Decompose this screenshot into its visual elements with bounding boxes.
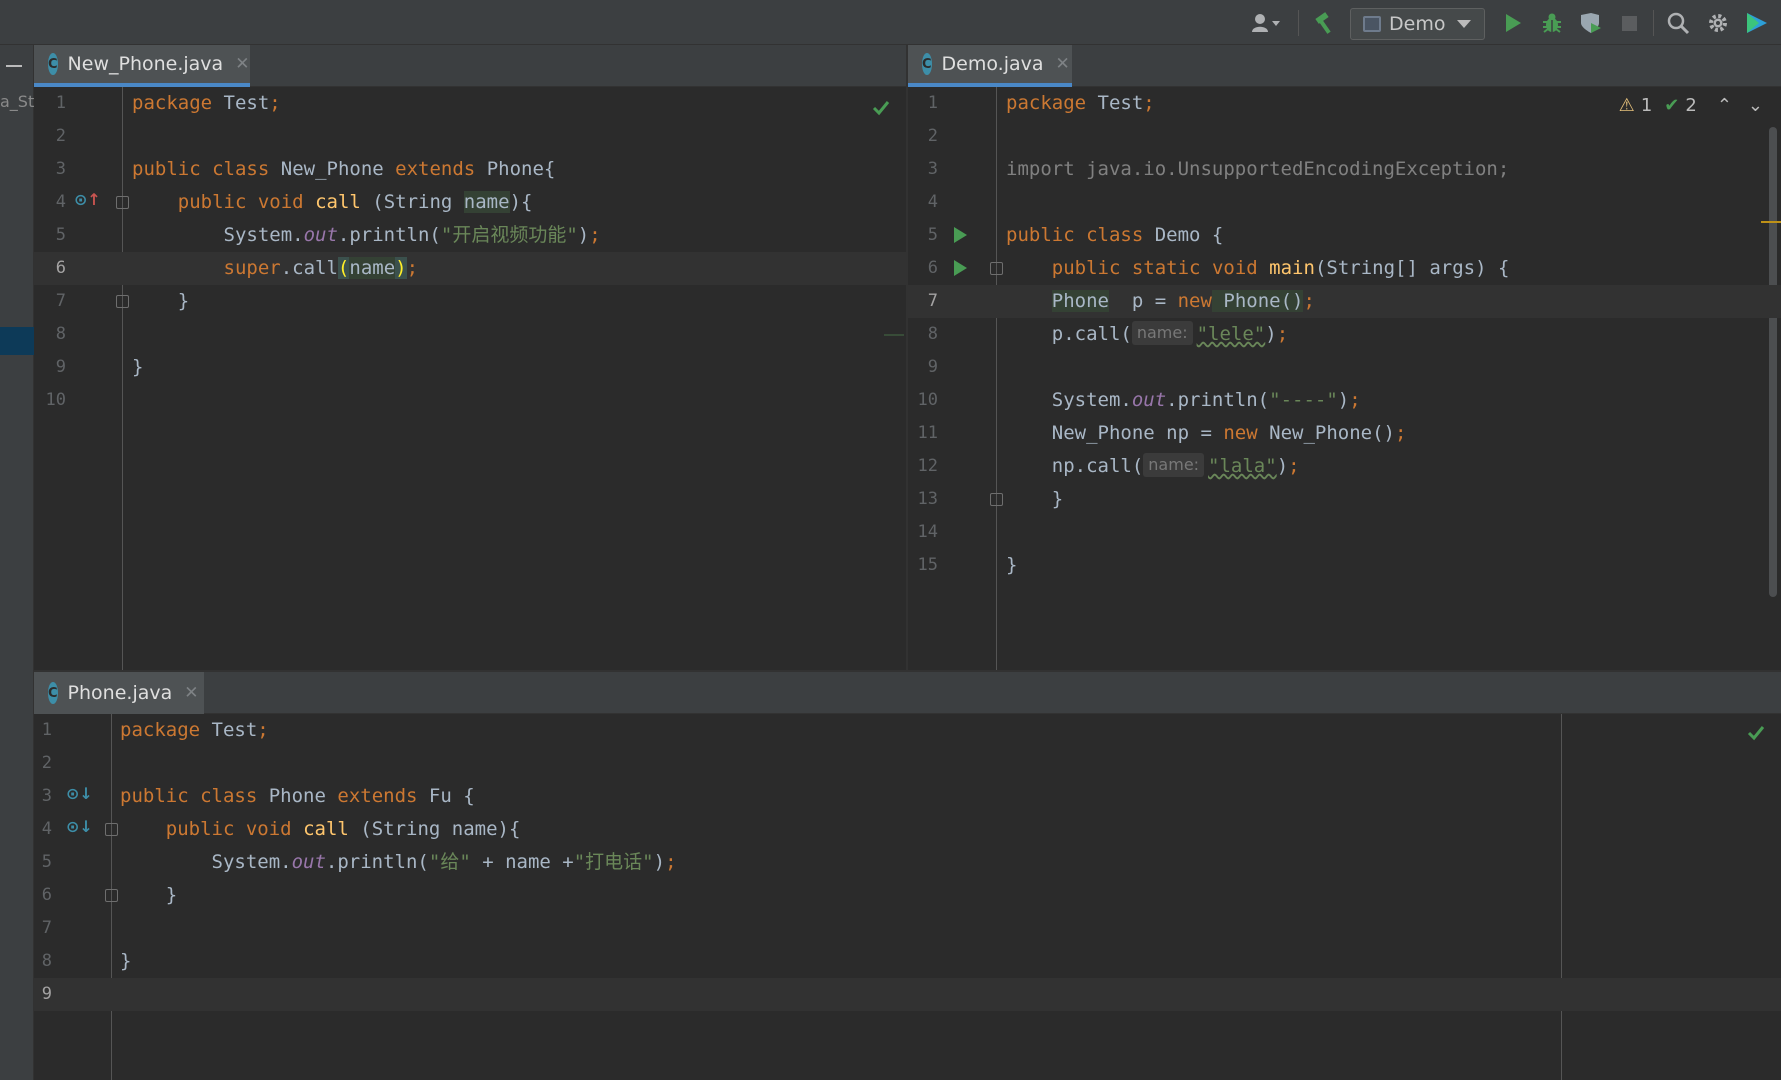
code-line[interactable]: 1 package Test; xyxy=(34,87,906,120)
editor-new-phone: C New_Phone.java ✕ 1 package Test; 2 3 p… xyxy=(34,45,906,670)
code-line[interactable]: 3 import java.io.UnsupportedEncodingExce… xyxy=(908,153,1781,186)
project-tool-strip: a_St xyxy=(0,45,34,1080)
code-line[interactable]: 4 xyxy=(908,186,1781,219)
code-area[interactable]: 1 package Test; 2 3 public class New_Pho… xyxy=(34,87,906,670)
code-line[interactable]: 2 xyxy=(34,747,1781,780)
debug-bug-icon[interactable] xyxy=(1538,8,1566,38)
tab-phone[interactable]: C Phone.java ✕ xyxy=(34,672,204,714)
code-line[interactable]: 8 p.call(name: "lele"); xyxy=(908,318,1781,351)
run-config-label: Demo xyxy=(1389,13,1446,35)
code-line[interactable]: 2 xyxy=(34,120,906,153)
code-line[interactable]: 15 } xyxy=(908,549,1781,582)
search-icon[interactable] xyxy=(1663,8,1693,38)
code-line[interactable]: 3 public class New_Phone extends Phone{ xyxy=(34,153,906,186)
weak-warning-count: 2 xyxy=(1685,95,1697,116)
fold-icon[interactable] xyxy=(116,196,129,209)
tab-bar: C Demo.java ✕ xyxy=(908,45,1781,87)
fold-end-icon[interactable] xyxy=(105,889,118,902)
fold-end-icon[interactable] xyxy=(990,493,1003,506)
fold-icon[interactable] xyxy=(105,823,118,836)
code-line[interactable]: 4 ⊙↓ public void call (String name){ xyxy=(34,813,1781,846)
code-line[interactable]: 7 } xyxy=(34,285,906,318)
chevron-up-icon[interactable]: ⌃ xyxy=(1717,95,1732,116)
tab-demo[interactable]: C Demo.java ✕ xyxy=(908,45,1072,87)
editor-phone: C Phone.java ✕ 1 package Test; 2 3 ⊙↓ pu… xyxy=(34,672,1781,1080)
parameter-hint: name: xyxy=(1143,453,1205,477)
editor-demo: C Demo.java ✕ 1 package Test; 2 3 import… xyxy=(908,45,1781,670)
java-class-icon: C xyxy=(48,682,58,704)
code-line[interactable]: 10 xyxy=(34,384,906,417)
warning-count: 1 xyxy=(1640,95,1653,116)
tab-label: New_Phone.java xyxy=(67,53,224,75)
minimize-icon[interactable] xyxy=(6,65,22,67)
close-icon[interactable]: ✕ xyxy=(184,683,198,703)
tab-bar: C New_Phone.java ✕ xyxy=(34,45,906,87)
code-line[interactable]: 6 public static void main(String[] args)… xyxy=(908,252,1781,285)
code-line[interactable]: 9 } xyxy=(34,351,906,384)
main-toolbar: Demo xyxy=(0,0,1781,45)
project-tree-label[interactable]: a_St xyxy=(0,92,34,111)
config-icon xyxy=(1363,16,1381,32)
overridden-method-icon[interactable]: ⊙↓ xyxy=(66,817,93,836)
chevron-down-icon[interactable]: ⌄ xyxy=(1748,95,1763,116)
parameter-hint: name: xyxy=(1131,321,1193,345)
code-line[interactable]: 4 ⊙↑ public void call (String name){ xyxy=(34,186,906,219)
java-class-icon: C xyxy=(48,53,58,75)
chevron-down-icon xyxy=(1457,20,1472,28)
code-line[interactable]: 10 System.out.println("----"); xyxy=(908,384,1781,417)
fold-icon[interactable] xyxy=(990,262,1003,275)
code-area[interactable]: 1 package Test; 2 3 import java.io.Unsup… xyxy=(908,87,1781,670)
code-line[interactable]: 7 xyxy=(34,912,1781,945)
project-tree-selection[interactable] xyxy=(0,327,34,355)
overridden-by-subclass-icon[interactable]: ⊙↓ xyxy=(66,784,93,803)
run-main-icon[interactable] xyxy=(954,260,967,276)
code-area[interactable]: 1 package Test; 2 3 ⊙↓ public class Phon… xyxy=(34,714,1781,1080)
run-configuration-selector[interactable]: Demo xyxy=(1350,8,1485,40)
inspection-widget[interactable]: ⚠ 1 ✔ 2 ⌃ ⌄ xyxy=(1619,95,1763,116)
build-hammer-icon[interactable] xyxy=(1310,8,1340,38)
code-line[interactable]: 8 } xyxy=(34,945,1781,978)
run-icon[interactable] xyxy=(1500,8,1526,38)
weak-warning-check-icon: ✔ xyxy=(1664,95,1680,116)
code-line-current[interactable]: 7 Phone p = new Phone(); xyxy=(908,285,1781,318)
ide-logo-icon[interactable] xyxy=(1742,8,1772,38)
code-line[interactable]: 5 public class Demo { xyxy=(908,219,1781,252)
warning-icon: ⚠ xyxy=(1618,95,1635,116)
code-line[interactable]: 8 xyxy=(34,318,906,351)
overrides-method-icon[interactable]: ⊙↑ xyxy=(74,190,101,209)
code-line[interactable]: 5 System.out.println("给" + name +"打电话"); xyxy=(34,846,1781,879)
code-line[interactable]: 11 New_Phone np = new New_Phone(); xyxy=(908,417,1781,450)
settings-gear-icon[interactable] xyxy=(1703,8,1733,38)
code-line[interactable]: 13 } xyxy=(908,483,1781,516)
code-line[interactable]: 5 System.out.println("开启视频功能"); xyxy=(34,219,906,252)
close-icon[interactable]: ✕ xyxy=(235,54,249,74)
code-line[interactable]: 14 xyxy=(908,516,1781,549)
close-icon[interactable]: ✕ xyxy=(1056,54,1070,74)
code-line[interactable]: 12 np.call(name: "lala"); xyxy=(908,450,1781,483)
code-line[interactable]: 2 xyxy=(908,120,1781,153)
code-line[interactable]: 3 ⊙↓ public class Phone extends Fu { xyxy=(34,780,1781,813)
run-with-coverage-icon[interactable] xyxy=(1576,8,1606,38)
tab-label: Demo.java xyxy=(941,53,1044,75)
code-line[interactable]: 6 } xyxy=(34,879,1781,912)
tab-label: Phone.java xyxy=(67,682,173,704)
tab-new-phone[interactable]: C New_Phone.java ✕ xyxy=(34,45,250,87)
fold-end-icon[interactable] xyxy=(116,295,129,308)
code-line[interactable]: 1 package Test; xyxy=(34,714,1781,747)
user-account-icon[interactable] xyxy=(1245,8,1287,38)
code-line-current[interactable]: 9 xyxy=(34,978,1781,1011)
java-class-icon: C xyxy=(922,53,932,75)
stop-icon[interactable] xyxy=(1616,8,1642,38)
tab-bar: C Phone.java ✕ xyxy=(34,672,1781,714)
run-class-icon[interactable] xyxy=(954,227,967,243)
code-line-current[interactable]: 6 super.call(name); xyxy=(34,252,906,285)
code-line[interactable]: 9 xyxy=(908,351,1781,384)
